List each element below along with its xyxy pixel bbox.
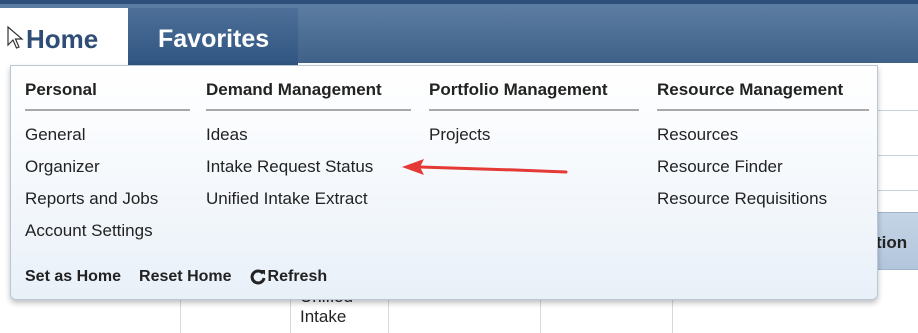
menu-footer-actions: Set as Home Reset Home Refresh — [25, 268, 345, 286]
annotation-arrow-icon — [402, 159, 568, 175]
menu-item-account-settings[interactable]: Account Settings — [25, 215, 190, 247]
menu-item-organizer[interactable]: Organizer — [25, 151, 190, 183]
refresh-button[interactable]: Refresh — [250, 268, 328, 286]
refresh-icon — [250, 269, 266, 285]
menu-column-personal: Personal General Organizer Reports and J… — [25, 80, 190, 247]
tab-favorites[interactable]: Favorites — [128, 8, 298, 67]
table-header-label: tion — [876, 233, 908, 252]
menu-item-resource-requisitions[interactable]: Resource Requisitions — [657, 183, 869, 215]
table-cell-line: Intake — [300, 307, 347, 326]
top-nav-bar: Home Favorites — [0, 0, 918, 67]
menu-column-header: Personal — [25, 80, 190, 111]
home-dropdown-menu: Personal General Organizer Reports and J… — [10, 65, 878, 300]
menu-item-intake-request-status[interactable]: Intake Request Status — [206, 151, 411, 183]
menu-column-portfolio-management: Portfolio Management Projects — [429, 80, 639, 151]
menu-column-header: Portfolio Management — [429, 80, 639, 111]
menu-column-resource-management: Resource Management Resources Resource F… — [657, 80, 869, 215]
set-as-home-button[interactable]: Set as Home — [25, 268, 121, 286]
menu-column-demand-management: Demand Management Ideas Intake Request S… — [206, 80, 411, 215]
menu-item-resource-finder[interactable]: Resource Finder — [657, 151, 869, 183]
mouse-pointer-icon — [7, 26, 24, 49]
menu-item-general[interactable]: General — [25, 119, 190, 151]
menu-item-unified-intake-extract[interactable]: Unified Intake Extract — [206, 183, 411, 215]
menu-item-ideas[interactable]: Ideas — [206, 119, 411, 151]
reset-home-button[interactable]: Reset Home — [139, 268, 231, 286]
menu-item-projects[interactable]: Projects — [429, 119, 639, 151]
menu-column-header: Demand Management — [206, 80, 411, 111]
tab-favorites-label: Favorites — [158, 25, 270, 53]
tab-home-label: Home — [26, 24, 99, 54]
tab-home[interactable]: Home — [0, 8, 129, 67]
menu-item-reports-and-jobs[interactable]: Reports and Jobs — [25, 183, 190, 215]
menu-column-header: Resource Management — [657, 80, 869, 111]
refresh-label: Refresh — [267, 268, 328, 285]
menu-item-resources[interactable]: Resources — [657, 119, 869, 151]
